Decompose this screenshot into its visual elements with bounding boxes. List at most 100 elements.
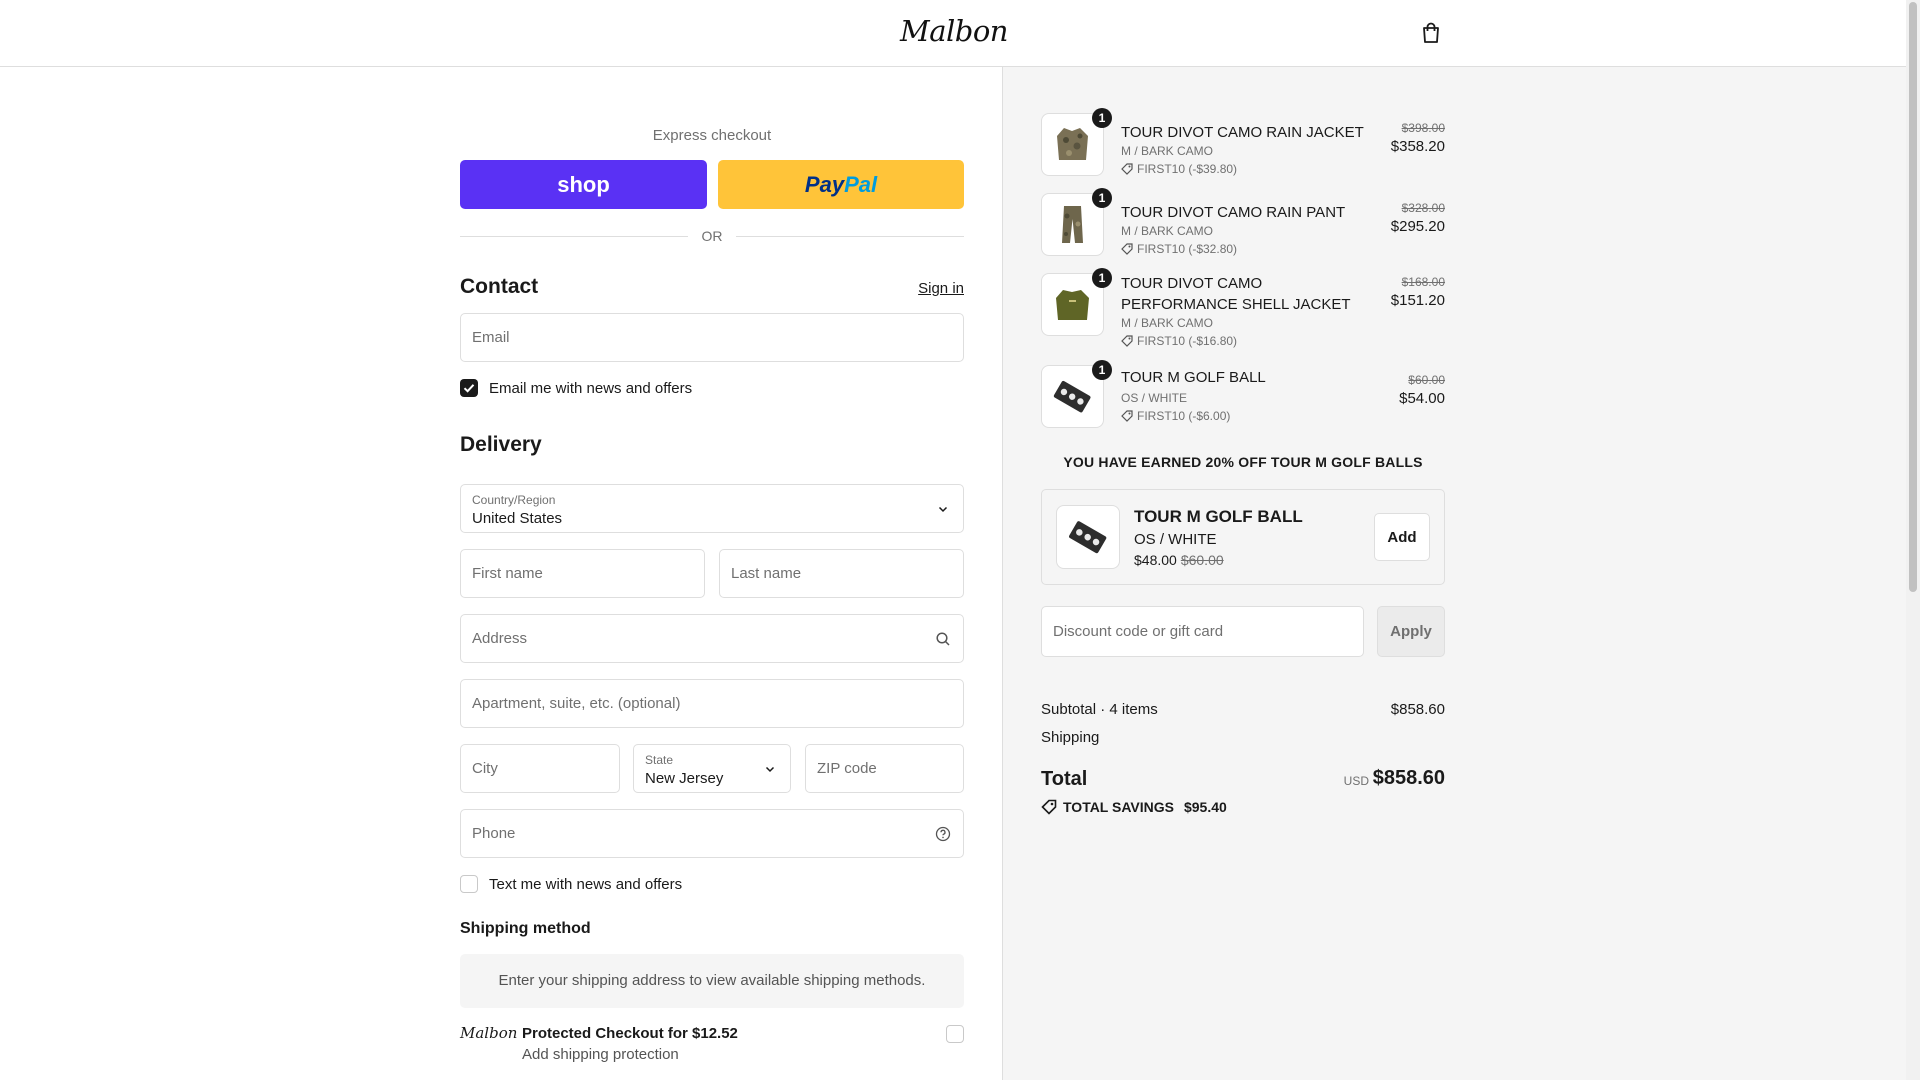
search-icon <box>936 632 950 646</box>
add-upsell-button[interactable]: Add <box>1374 513 1430 561</box>
subtotal-label: Subtotal · 4 items <box>1041 701 1158 718</box>
protection-logo: Malbon <box>460 1024 518 1042</box>
city-field[interactable]: City <box>460 744 620 793</box>
checkmark-icon <box>463 384 475 393</box>
protection-subtitle: Add shipping protection <box>522 1046 679 1063</box>
apply-discount-button[interactable]: Apply <box>1377 606 1445 657</box>
shopping-bag-icon[interactable] <box>1421 22 1441 44</box>
scrollbar-thumb[interactable] <box>1909 2 1917 592</box>
phone-placeholder: Phone <box>472 825 516 842</box>
quantity-badge: 1 <box>1092 360 1112 380</box>
last-name-field[interactable]: Last name <box>719 549 964 598</box>
help-icon[interactable] <box>935 826 951 842</box>
paypal-label-pay: Pay <box>804 171 845 197</box>
upsell-card: TOUR M GOLF BALL OS / WHITE $48.00 $60.00… <box>1041 489 1445 585</box>
item-variant: M / BARK CAMO <box>1121 144 1214 158</box>
item-name: TOUR M GOLF BALL <box>1121 369 1266 386</box>
shop-pay-button[interactable]: shop <box>460 160 707 209</box>
upsell-price: $48.00 <box>1134 552 1177 568</box>
zip-placeholder: ZIP code <box>817 760 877 777</box>
discount-code-field[interactable]: Discount code or gift card <box>1041 606 1364 657</box>
item-discount: FIRST10 (-$16.80) <box>1121 334 1237 348</box>
state-value: New Jersey <box>645 770 724 787</box>
item-name: TOUR DIVOT CAMO RAIN JACKET <box>1121 124 1364 141</box>
first-name-placeholder: First name <box>472 565 543 582</box>
shipping-row: Shipping <box>1041 729 1445 746</box>
first-name-field[interactable]: First name <box>460 549 705 598</box>
cart-item: 1 TOUR M GOLF BALL OS / WHITE FIRST10 (-… <box>1041 360 1445 431</box>
email-optin-checkbox[interactable] <box>460 379 478 397</box>
item-discount: FIRST10 (-$6.00) <box>1121 409 1230 423</box>
or-label: OR <box>701 228 723 244</box>
savings-value: $95.40 <box>1183 799 1227 815</box>
item-discount: FIRST10 (-$32.80) <box>1121 242 1237 256</box>
product-thumbnail: 1 <box>1041 360 1112 428</box>
total-savings: TOTAL SAVINGS $95.40 <box>1041 799 1227 815</box>
brand-logo[interactable]: Malbon <box>900 14 1008 48</box>
delivery-title: Delivery <box>460 433 542 456</box>
phone-field[interactable]: Phone <box>460 809 964 858</box>
page-scrollbar[interactable] <box>1906 0 1920 1080</box>
chevron-down-icon <box>765 766 775 773</box>
quantity-badge: 1 <box>1092 108 1112 128</box>
item-price: $151.20 <box>1390 292 1445 309</box>
state-label: State <box>645 753 674 767</box>
discount-code: FIRST10 (-$39.80) <box>1137 162 1238 176</box>
golf-ball-box-image <box>1069 521 1107 554</box>
tag-icon <box>1041 799 1057 815</box>
product-thumbnail: 1 <box>1041 268 1112 336</box>
quantity-badge: 1 <box>1092 268 1112 288</box>
email-placeholder: Email <box>472 329 510 346</box>
last-name-placeholder: Last name <box>731 565 802 582</box>
sms-optin-checkbox[interactable] <box>460 875 478 893</box>
tag-icon <box>1121 163 1133 175</box>
upsell-variant: OS / WHITE <box>1134 531 1217 548</box>
quantity-badge: 1 <box>1092 188 1112 208</box>
protection-title: Protected Checkout for $12.52 <box>522 1025 738 1042</box>
state-select[interactable]: State New Jersey <box>633 744 791 793</box>
total-value: $858.60 <box>1372 767 1445 789</box>
item-price: $54.00 <box>1399 390 1445 407</box>
cart-item: 1 TOUR DIVOT CAMO PERFORMANCE SHELL JACK… <box>1041 268 1445 353</box>
savings-label: TOTAL SAVINGS <box>1063 799 1174 815</box>
city-placeholder: City <box>472 760 498 777</box>
apartment-placeholder: Apartment, suite, etc. (optional) <box>472 695 681 712</box>
upsell-name: TOUR M GOLF BALL <box>1134 507 1303 526</box>
currency-code: USD <box>1343 774 1369 788</box>
country-select[interactable]: Country/Region United States <box>460 484 964 533</box>
sign-in-link[interactable]: Sign in <box>918 280 964 297</box>
paypal-button[interactable]: PayPal <box>718 160 964 209</box>
item-discount: FIRST10 (-$39.80) <box>1121 162 1237 176</box>
upsell-thumbnail <box>1056 505 1120 569</box>
cart-item: 1 TOUR DIVOT CAMO RAIN PANT M / BARK CAM… <box>1041 188 1445 259</box>
shipping-method-title: Shipping method <box>460 920 591 937</box>
shipping-label: Shipping <box>1041 729 1100 746</box>
apartment-field[interactable]: Apartment, suite, etc. (optional) <box>460 679 964 728</box>
item-price: $358.20 <box>1390 138 1445 155</box>
shipping-method-note: Enter your shipping address to view avai… <box>460 954 964 1008</box>
protection-checkbox[interactable] <box>946 1025 964 1043</box>
express-checkout-title: Express checkout <box>652 127 772 144</box>
contact-title: Contact <box>460 275 539 298</box>
cart-item: 1 TOUR DIVOT CAMO RAIN JACKET M / BARK C… <box>1041 108 1445 179</box>
email-optin-label: Email me with news and offers <box>489 380 693 397</box>
subtotal-row: Subtotal · 4 items $858.60 <box>1041 701 1445 718</box>
discount-code: FIRST10 (-$16.80) <box>1137 334 1238 348</box>
item-price: $295.20 <box>1390 218 1445 235</box>
original-price: $60.00 <box>1408 373 1445 387</box>
tag-icon <box>1121 410 1133 422</box>
sms-optin-label: Text me with news and offers <box>489 876 683 893</box>
address-field[interactable]: Address <box>460 614 964 663</box>
country-value: United States <box>472 510 563 527</box>
original-price: $168.00 <box>1401 275 1445 289</box>
original-price: $398.00 <box>1401 121 1445 135</box>
item-variant: OS / WHITE <box>1121 391 1187 405</box>
product-thumbnail: 1 <box>1041 108 1112 176</box>
product-thumbnail: 1 <box>1041 188 1112 256</box>
reward-message: YOU HAVE EARNED 20% OFF TOUR M GOLF BALL… <box>1063 454 1423 470</box>
paypal-label-pal: Pal <box>844 171 878 197</box>
address-placeholder: Address <box>472 630 528 647</box>
zip-field[interactable]: ZIP code <box>805 744 964 793</box>
email-field[interactable]: Email <box>460 313 964 362</box>
discount-code: FIRST10 (-$6.00) <box>1137 409 1231 423</box>
